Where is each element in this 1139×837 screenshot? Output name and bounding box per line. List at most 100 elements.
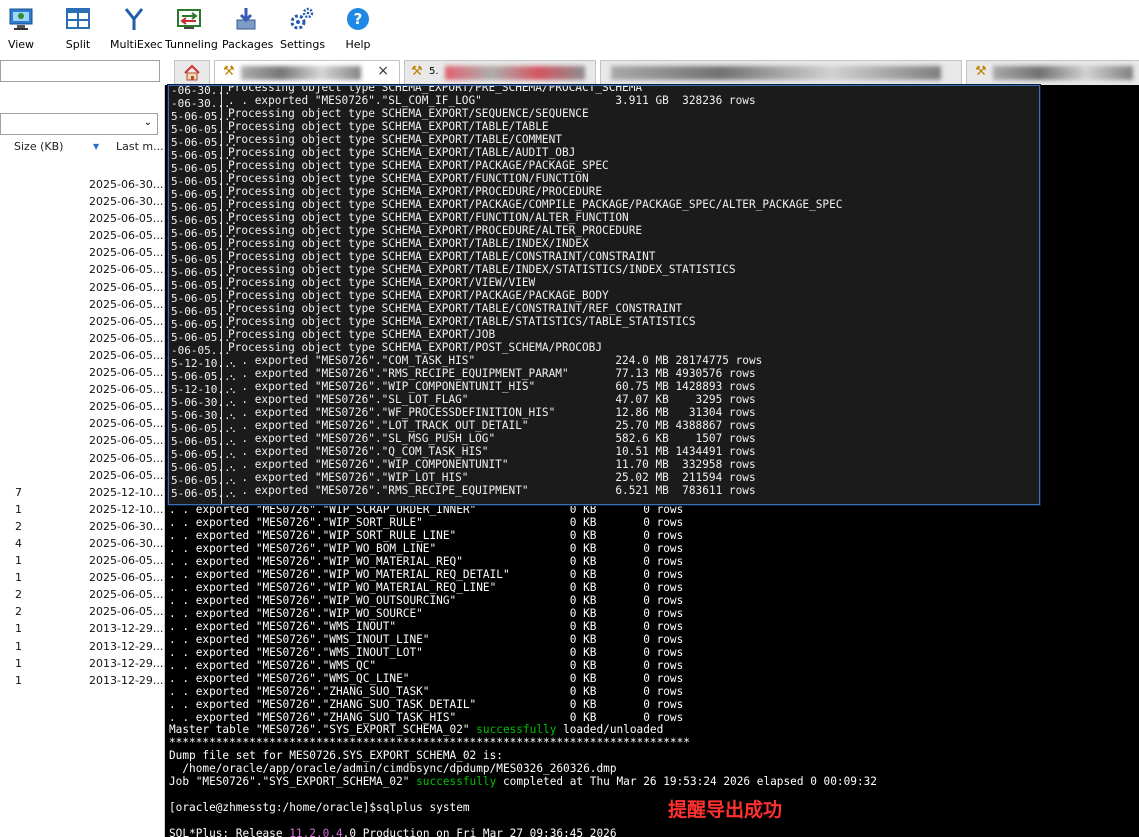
file-row[interactable]: 2025-06-05... — [0, 452, 164, 469]
file-row[interactable]: 2025-06-05... — [0, 229, 164, 246]
file-row[interactable]: 1 2013-12-29... — [0, 640, 164, 657]
file-row[interactable]: 2025-06-05... — [0, 332, 164, 349]
file-row[interactable]: 2 2025-06-05... — [0, 605, 164, 622]
path-input[interactable] — [0, 60, 160, 82]
packages-label: Packages — [222, 38, 274, 51]
column-size[interactable]: Size (KB) — [14, 140, 63, 153]
tab-session-4[interactable]: ⚒ — [966, 60, 1139, 85]
multiexec-button[interactable]: MultiExec — [110, 6, 163, 54]
file-row[interactable]: 2 2025-06-05... — [0, 588, 164, 605]
overlay-log-line: . . exported "MES0726"."WIP_LOT_HIS" 25.… — [228, 471, 756, 484]
file-date: 2025-06-05... — [89, 280, 164, 294]
file-row[interactable]: 2025-06-05... — [0, 434, 164, 451]
file-date: 2013-12-29... — [89, 622, 164, 636]
job-status-line: Job "MES0726"."SYS_EXPORT_SCHEMA_02" suc… — [169, 775, 877, 788]
terminal-line: . . exported "MES0726"."WIP_WO_MATERIAL_… — [169, 555, 684, 568]
split-button[interactable]: Split — [62, 6, 94, 54]
tunneling-button[interactable]: Tunneling — [165, 6, 218, 54]
overlay-log-line: Processing object type SCHEMA_EXPORT/TAB… — [228, 237, 589, 250]
file-date: 2025-06-05... — [89, 468, 164, 482]
file-date: 2025-06-05... — [89, 417, 164, 431]
file-row[interactable]: 2025-06-30... — [0, 178, 164, 195]
terminal-line: . . exported "MES0726"."WIP_WO_SOURCE" 0… — [169, 607, 684, 620]
overlay-log-line: . . exported "MES0726"."LOT_TRACK_OUT_DE… — [228, 419, 756, 432]
file-row[interactable]: 2025-06-05... — [0, 246, 164, 263]
file-row[interactable]: 1 2025-06-05... — [0, 571, 164, 588]
chevron-down-icon[interactable]: ⌄ — [144, 117, 152, 128]
tab-session-3[interactable] — [600, 60, 962, 85]
terminal-line: . . exported "MES0726"."WIP_WO_MATERIAL_… — [169, 581, 684, 594]
file-row[interactable]: 2025-06-05... — [0, 417, 164, 434]
overlay-log-line: Processing object type SCHEMA_EXPORT/JOB — [228, 328, 496, 341]
file-row[interactable]: 1 2013-12-29... — [0, 674, 164, 691]
tool-icon: ⚒ — [411, 64, 423, 79]
help-button[interactable]: ? Help — [340, 6, 376, 54]
dump-header-line: Dump file set for MES0726.SYS_EXPORT_SCH… — [169, 749, 503, 762]
column-last-modified[interactable]: Last m... — [116, 140, 164, 153]
file-row[interactable]: 7 2025-12-10... — [0, 486, 164, 503]
file-row[interactable]: 1 2013-12-29... — [0, 657, 164, 674]
file-size: 1 — [15, 502, 22, 516]
multiexec-fork-icon — [124, 8, 144, 30]
file-row[interactable]: 2025-06-05... — [0, 469, 164, 486]
file-size: 2 — [15, 588, 22, 602]
overlay-log-line: . . exported "MES0726"."Q_COM_TASK_HIS" … — [228, 445, 756, 458]
file-date: 2025-06-30... — [89, 195, 164, 209]
tool-icon: ⚒ — [975, 64, 987, 79]
close-tab-icon[interactable]: × — [377, 63, 389, 79]
file-date: 2025-06-30... — [89, 536, 164, 550]
file-date: 2025-06-05... — [89, 229, 164, 243]
overlay-log-line: . . exported "MES0726"."SL_MSG_PUSH_LOG"… — [228, 432, 756, 445]
overlay-log-line: Processing object type SCHEMA_EXPORT/VIE… — [228, 276, 536, 289]
file-size: 2 — [15, 519, 22, 533]
terminal-line: . . exported "MES0726"."WMS_QC" 0 KB 0 r… — [169, 659, 684, 672]
sftp-file-browser: ⌄ Size (KB) ▼ Last m... 2025-06-30... 202… — [0, 57, 165, 837]
file-date: 2025-06-05... — [89, 314, 164, 328]
file-row[interactable]: 2 2025-06-30... — [0, 520, 164, 537]
file-row[interactable]: 2025-06-05... — [0, 281, 164, 298]
file-date: 2025-06-05... — [89, 348, 164, 362]
file-row[interactable]: 2025-06-05... — [0, 366, 164, 383]
overlay-log-line: Processing object type SCHEMA_EXPORT/TAB… — [228, 133, 562, 146]
file-row[interactable]: 2025-06-05... — [0, 298, 164, 315]
file-row[interactable]: 2025-06-30... — [0, 195, 164, 212]
file-row[interactable]: 2025-06-05... — [0, 383, 164, 400]
overlay-log-line: Processing object type SCHEMA_EXPORT/PRO… — [228, 185, 603, 198]
view-button[interactable]: View — [4, 6, 38, 54]
terminal-line: . . exported "MES0726"."WIP_WO_OUTSOURCI… — [169, 594, 684, 607]
file-date: 2025-12-10... — [89, 485, 164, 499]
tunneling-label: Tunneling — [165, 38, 218, 51]
settings-button[interactable]: Settings — [280, 6, 326, 54]
file-date: 2025-06-05... — [89, 366, 164, 380]
file-row[interactable]: 2025-06-05... — [0, 315, 164, 332]
file-row[interactable]: 2025-06-05... — [0, 400, 164, 417]
filter-dropdown[interactable]: ⌄ — [0, 113, 158, 135]
file-row[interactable]: 2025-06-05... — [0, 263, 164, 280]
file-row[interactable]: 1 2013-12-29... — [0, 622, 164, 639]
tab-session-1[interactable]: ⚒ × — [214, 60, 400, 85]
tab-session-2[interactable]: ⚒ 5. — [404, 60, 596, 85]
packages-button[interactable]: Packages — [222, 6, 274, 54]
file-date: 2025-06-05... — [89, 383, 164, 397]
overlay-log-line: Processing object type SCHEMA_EXPORT/SEQ… — [228, 107, 589, 120]
overlay-log-line: Processing object type SCHEMA_EXPORT/PRE… — [228, 85, 643, 94]
file-row[interactable]: 2025-06-05... — [0, 212, 164, 229]
file-row[interactable]: 1 2025-06-05... — [0, 554, 164, 571]
file-date: 2025-12-10... — [89, 502, 164, 516]
tab-home[interactable] — [174, 60, 210, 85]
settings-label: Settings — [280, 38, 326, 51]
overlay-log-line: Processing object type SCHEMA_EXPORT/PAC… — [228, 289, 609, 302]
overlay-log-line: Processing object type SCHEMA_EXPORT/PAC… — [228, 159, 609, 172]
terminal-line: . . exported "MES0726"."WIP_SORT_RULE_LI… — [169, 529, 684, 542]
file-row[interactable]: 2025-06-05... — [0, 349, 164, 366]
overlay-log-line: . . exported "MES0726"."WIP_COMPONENTUNI… — [228, 458, 756, 471]
file-row[interactable]: 1 2025-12-10... — [0, 503, 164, 520]
file-row[interactable]: 4 2025-06-30... — [0, 537, 164, 554]
help-label: Help — [345, 38, 371, 51]
tunneling-icon — [177, 9, 201, 29]
terminal-line: . . exported "MES0726"."ZHANG_SUO_TASK" … — [169, 685, 684, 698]
overlay-log-line: . . exported "MES0726"."WIP_COMPONENTUNI… — [228, 380, 756, 393]
overlay-log-line: Processing object type SCHEMA_EXPORT/FUN… — [228, 211, 629, 224]
terminal-line: . . exported "MES0726"."WMS_INOUT" 0 KB … — [169, 620, 684, 633]
file-size: 1 — [15, 571, 22, 585]
